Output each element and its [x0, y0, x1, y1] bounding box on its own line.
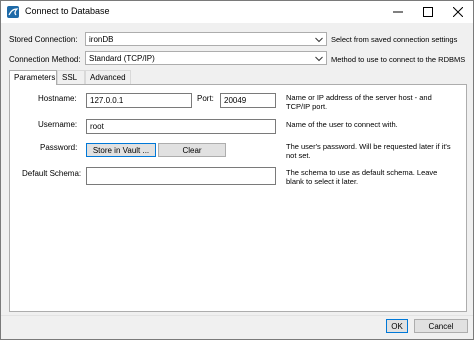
hostname-label: Hostname:: [38, 94, 77, 103]
clear-password-button[interactable]: Clear: [158, 143, 226, 157]
connection-method-help: Method to use to connect to the RDBMS: [331, 55, 466, 64]
close-button[interactable]: [443, 1, 473, 23]
minimize-button[interactable]: [383, 1, 413, 23]
maximize-icon: [423, 7, 433, 17]
stored-connection-select[interactable]: ironDB: [85, 32, 327, 46]
hostname-help-line-2: TCP/IP port.: [286, 102, 328, 111]
window-title: Connect to Database: [25, 6, 110, 16]
default-schema-help-line-2: blank to select it later.: [286, 177, 359, 186]
password-help-line-2: not set.: [286, 151, 311, 160]
username-label: Username:: [38, 120, 78, 129]
default-schema-input[interactable]: [86, 167, 276, 185]
port-input[interactable]: 20049: [220, 93, 276, 108]
minimize-icon: [393, 7, 403, 17]
stored-connection-help: Select from saved connection settings: [331, 35, 458, 44]
stored-connection-value: ironDB: [89, 35, 114, 44]
username-help: Name of the user to connect with.: [286, 120, 398, 129]
tab-parameters[interactable]: Parameters: [9, 70, 57, 85]
hostname-help-line-1: Name or IP address of the server host - …: [286, 93, 432, 102]
ok-button[interactable]: OK: [386, 319, 408, 333]
tab-advanced[interactable]: Advanced: [85, 70, 131, 84]
cancel-button[interactable]: Cancel: [414, 319, 468, 333]
parameters-panel: Hostname: 127.0.0.1 Port: 20049 Name or …: [9, 84, 467, 312]
footer-divider: [1, 315, 473, 316]
close-icon: [453, 7, 463, 17]
default-schema-help-line-1: The schema to use as default schema. Lea…: [286, 168, 438, 177]
password-label: Password:: [40, 143, 78, 152]
hostname-input[interactable]: 127.0.0.1: [86, 93, 192, 108]
connect-dialog: Connect to Database Stored Connection: i…: [0, 0, 474, 340]
title-bar: Connect to Database: [1, 1, 473, 23]
username-input[interactable]: root: [86, 119, 276, 134]
maximize-button[interactable]: [413, 1, 443, 23]
default-schema-label: Default Schema:: [22, 169, 82, 178]
chevron-down-icon: [315, 36, 323, 45]
password-help-line-1: The user's password. Will be requested l…: [286, 142, 451, 151]
connection-method-value: Standard (TCP/IP): [89, 54, 155, 63]
stored-connection-label: Stored Connection:: [9, 35, 78, 44]
connection-method-label: Connection Method:: [9, 55, 81, 64]
chevron-down-icon: [315, 55, 323, 64]
mysql-workbench-icon: [7, 6, 19, 18]
tab-ssl[interactable]: SSL: [57, 70, 85, 84]
store-in-vault-button[interactable]: Store in Vault ...: [86, 143, 156, 157]
connection-method-select[interactable]: Standard (TCP/IP): [85, 51, 327, 65]
port-label: Port:: [197, 94, 214, 103]
